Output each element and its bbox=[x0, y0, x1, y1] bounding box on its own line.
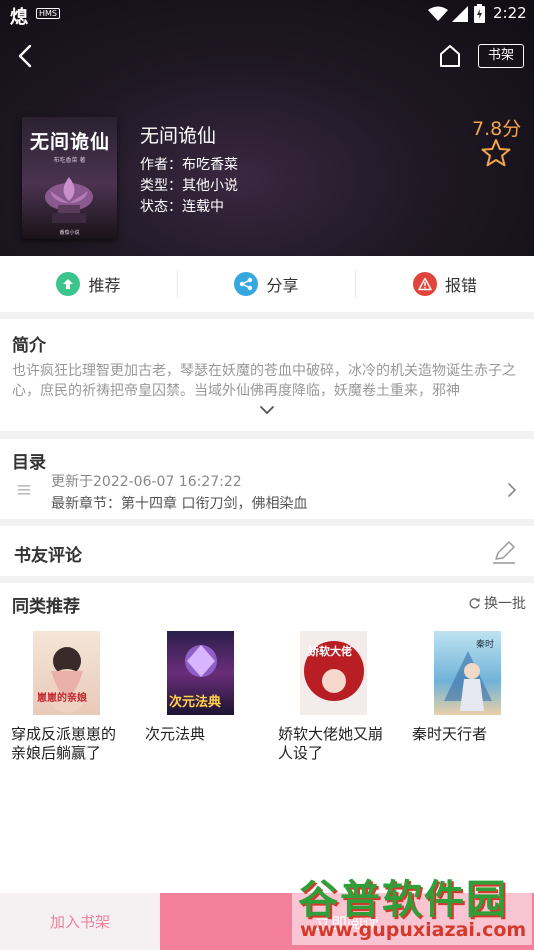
book-name: 次元法典 bbox=[145, 725, 206, 743]
bookshelf-button[interactable]: 书架 bbox=[478, 44, 524, 68]
refresh-icon bbox=[469, 597, 480, 608]
chevron-right-icon[interactable] bbox=[506, 482, 518, 498]
share-icon bbox=[234, 272, 259, 296]
cover-text: 娇软大佬 bbox=[308, 645, 352, 658]
intro-section: 简介 也许疯狂比理智更加古老，琴瑟在妖魔的苍血中破碎，冰冷的机关造物诞生赤子之心… bbox=[0, 319, 534, 431]
top-nav: 书架 bbox=[0, 36, 534, 76]
action-bar: 推荐 分享 报错 bbox=[0, 256, 534, 312]
catalog-update-time: 更新于2022-06-07 16:27:22 bbox=[51, 474, 242, 490]
share-label: 分享 bbox=[266, 276, 299, 295]
book-author: 作者：布吃香菜 bbox=[140, 157, 238, 173]
book-cover: 次元法典 bbox=[167, 631, 234, 715]
cover-text: 次元法典 bbox=[169, 695, 222, 710]
catalog-title: 目录 bbox=[12, 453, 46, 473]
clock: 2:22 bbox=[493, 4, 527, 22]
cover-title: 无间诡仙 bbox=[29, 131, 110, 153]
back-icon[interactable] bbox=[10, 40, 42, 72]
thumb-up-icon bbox=[56, 272, 81, 296]
cover-text: 秦时 bbox=[476, 640, 495, 650]
chevron-down-icon[interactable] bbox=[257, 403, 277, 417]
watermark: 谷普软件园 www.gupuxiazai.com bbox=[292, 865, 532, 945]
hms-badge: HMS bbox=[36, 8, 60, 19]
similar-books-section: 同类推荐 换一批 崽崽的亲娘 穿成反派崽崽的亲娘后躺赢了 次元法典 次元法典 娇… bbox=[0, 583, 534, 893]
refresh-label: 换一批 bbox=[484, 596, 526, 612]
report-error-button[interactable]: 报错 bbox=[356, 256, 534, 312]
home-icon[interactable] bbox=[434, 40, 466, 72]
signal-icon bbox=[452, 6, 468, 22]
book-category: 类型：其他小说 bbox=[140, 178, 238, 194]
lotus-illustration bbox=[45, 177, 93, 223]
similar-book-card[interactable]: 次元法典 次元法典 bbox=[145, 631, 257, 744]
wifi-icon bbox=[428, 6, 448, 21]
book-cover: 娇软大佬 bbox=[300, 631, 367, 715]
latest-chapter[interactable]: 最新章节：第十四章 口衔刀剑，佛相染血 bbox=[51, 493, 307, 513]
star-icon[interactable] bbox=[480, 138, 512, 168]
book-name: 娇软大佬她又崩人设了 bbox=[278, 725, 384, 762]
cover-publisher: 番茄小说 bbox=[59, 230, 80, 236]
book-header: 熄 HMS 2:22 书架 无间诡仙 布吃香菜 著 番茄小说 无间诡仙 作者：布… bbox=[0, 0, 534, 256]
intro-text: 也许疯狂比理智更加古老，琴瑟在妖魔的苍血中破碎，冰冷的机关造物诞生赤子之心，庶民… bbox=[12, 363, 516, 399]
book-cover: 秦时 bbox=[434, 631, 501, 715]
watermark-url: www.gupuxiazai.com bbox=[300, 919, 527, 941]
edit-icon[interactable] bbox=[491, 539, 517, 565]
similar-book-card[interactable]: 秦时 秦时天行者 bbox=[412, 631, 524, 744]
book-name: 秦时天行者 bbox=[412, 725, 488, 743]
fire-icon: 熄 bbox=[10, 7, 28, 28]
book-score: 7.8分 bbox=[472, 118, 522, 140]
book-title: 无间诡仙 bbox=[140, 125, 217, 147]
list-icon bbox=[18, 485, 30, 495]
cover-text: 崽崽的亲娘 bbox=[37, 693, 87, 704]
similar-title: 同类推荐 bbox=[12, 597, 80, 617]
battery-icon bbox=[474, 4, 485, 23]
watermark-text: 谷普软件园 bbox=[298, 877, 508, 923]
similar-book-card[interactable]: 娇软大佬 娇软大佬她又崩人设了 bbox=[278, 631, 390, 763]
catalog-section[interactable]: 目录 更新于2022-06-07 16:27:22 最新章节：第十四章 口衔刀剑… bbox=[0, 439, 534, 519]
status-bar: 熄 HMS 2:22 bbox=[0, 0, 534, 28]
similar-book-card[interactable]: 崽崽的亲娘 穿成反派崽崽的亲娘后躺赢了 bbox=[11, 631, 123, 763]
refresh-button[interactable]: 换一批 bbox=[468, 593, 526, 613]
warning-icon bbox=[412, 272, 437, 296]
cover-subtitle: 布吃香菜 著 bbox=[53, 157, 86, 164]
share-button[interactable]: 分享 bbox=[178, 256, 355, 312]
comments-title: 书友评论 bbox=[14, 546, 82, 566]
book-status: 状态：连载中 bbox=[140, 199, 224, 215]
report-label: 报错 bbox=[444, 276, 477, 295]
book-cover: 无间诡仙 布吃香菜 著 番茄小说 bbox=[22, 117, 117, 239]
comments-section: 书友评论 bbox=[0, 526, 534, 576]
intro-title: 简介 bbox=[12, 336, 46, 356]
book-cover: 崽崽的亲娘 bbox=[33, 631, 100, 715]
recommend-label: 推荐 bbox=[88, 276, 121, 295]
add-to-shelf-button[interactable]: 加入书架 bbox=[0, 893, 160, 950]
recommend-button[interactable]: 推荐 bbox=[0, 256, 177, 312]
book-name: 穿成反派崽崽的亲娘后躺赢了 bbox=[11, 725, 117, 762]
